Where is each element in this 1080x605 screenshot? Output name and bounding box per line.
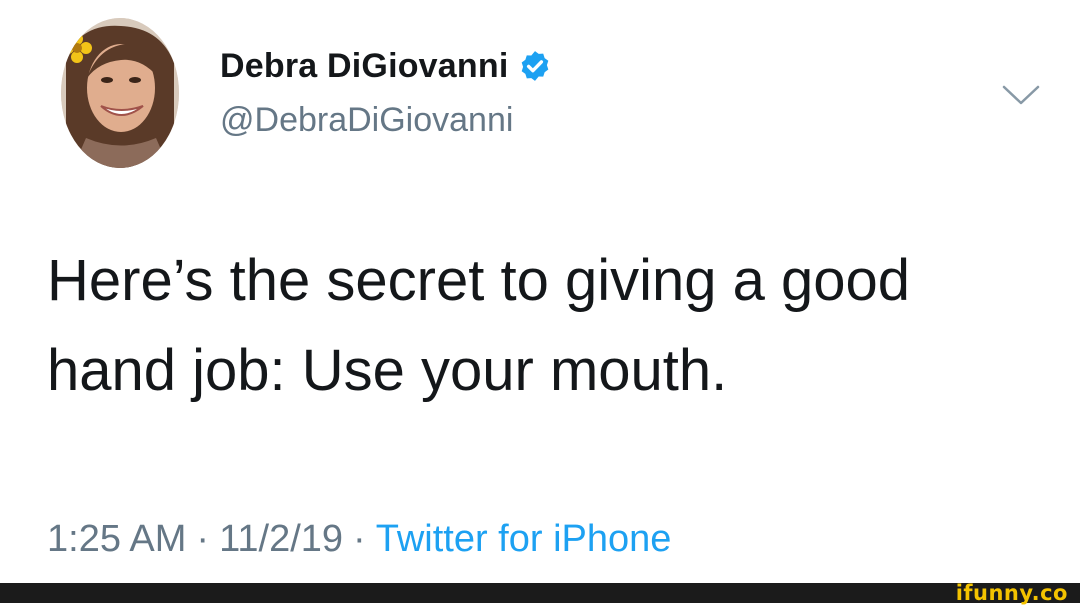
author-row: Debra DiGiovanni xyxy=(220,44,552,88)
tweet-meta: 1:25 AM · 11/2/19 · Twitter for iPhone xyxy=(47,513,671,565)
display-name[interactable]: Debra DiGiovanni xyxy=(220,47,508,86)
tweet-source-link[interactable]: Twitter for iPhone xyxy=(376,518,672,560)
ifunny-watermark: ifunny.co xyxy=(955,581,1068,605)
meta-separator: · xyxy=(196,518,210,560)
tweet-text: Here’s the secret to giving a good hand … xyxy=(47,236,1047,416)
tweet-time[interactable]: 1:25 AM xyxy=(47,518,186,560)
avatar-photo xyxy=(61,18,179,168)
avatar[interactable] xyxy=(61,18,179,168)
tweet-date[interactable]: 11/2/19 xyxy=(219,518,343,560)
tweet-text-line: hand job: Use your mouth. xyxy=(47,338,728,403)
author-handle[interactable]: @DebraDiGiovanni xyxy=(220,98,513,142)
footer-bar xyxy=(0,583,1080,603)
tweet-text-line: Here’s the secret to giving a good xyxy=(47,248,911,313)
meta-separator: · xyxy=(353,518,366,560)
chevron-down-icon[interactable] xyxy=(1002,84,1040,106)
verified-badge-icon xyxy=(522,51,549,81)
tweet-card: Debra DiGiovanni @DebraDiGiovanni Here’s… xyxy=(0,0,1080,583)
